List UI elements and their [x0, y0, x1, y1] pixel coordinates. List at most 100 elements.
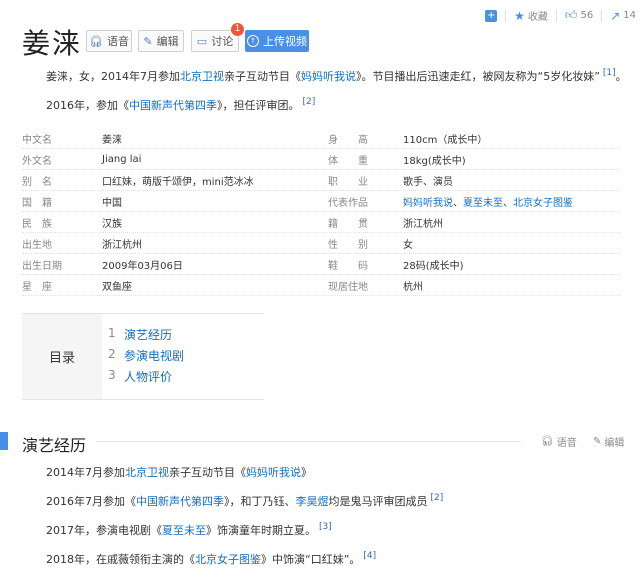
intro-paragraph-2: 2016年，参加《中国新声代第四季》，担任评审团。 [2]	[46, 97, 315, 113]
add-icon[interactable]: +	[485, 9, 498, 22]
star-icon: ★	[514, 8, 525, 23]
link-new-voice[interactable]: 中国新声代第四季	[129, 99, 217, 112]
info-row: 外文名 Jiang lai 体 重 18kg(成长中)	[22, 149, 620, 170]
text: 》，和丁乃钰、	[224, 495, 296, 508]
toc-item-number: 3	[108, 368, 116, 382]
career-line-3: 2017年，参演电视剧《夏至未至》饰演童年时期立夏。 [3]	[46, 522, 332, 538]
link-beijing-tv[interactable]: 北京卫视	[125, 466, 169, 479]
reference-4[interactable]: [4]	[363, 551, 376, 561]
link-drama[interactable]: 夏至未至	[162, 524, 206, 537]
voice-button[interactable]: 🎧︎ 语音	[86, 30, 132, 52]
share-button[interactable]: ↗ 14	[610, 9, 636, 23]
text: 2014年7月参加	[46, 466, 125, 479]
reference-2[interactable]: [2]	[431, 493, 444, 503]
discuss-label: 讨论	[211, 35, 234, 48]
toc-label: 目录	[22, 314, 102, 399]
page-title: 姜涞	[22, 27, 83, 60]
upload-video-button[interactable]: ↑ 上传视频	[245, 30, 309, 52]
info-value: 女	[403, 239, 413, 251]
link-new-voice[interactable]: 中国新声代第四季	[136, 495, 224, 508]
reference-3[interactable]: [3]	[319, 522, 332, 532]
link-show[interactable]: 妈妈听我说	[246, 466, 301, 479]
reference-2[interactable]: [2]	[303, 97, 316, 107]
section-divider	[96, 441, 521, 442]
section-voice-label: 语音	[556, 438, 577, 449]
career-line-2: 2016年7月参加《中国新声代第四季》，和丁乃钰、李昊煜均是鬼马评审团成员 [2]	[46, 493, 443, 509]
toc-item[interactable]: 1 演艺经历	[108, 326, 184, 347]
toc-item[interactable]: 3 人物评价	[108, 368, 184, 389]
favorite-label: 收藏	[527, 12, 548, 23]
link-show[interactable]: 妈妈听我说	[301, 70, 356, 83]
toc-item-number: 1	[108, 326, 116, 340]
info-value[interactable]: 妈妈听我说、夏至未至、北京女子图鉴	[403, 194, 603, 209]
section-marker	[0, 432, 8, 450]
upload-label: 上传视频	[263, 35, 307, 48]
toc-item-label[interactable]: 演艺经历	[124, 326, 172, 347]
headphones-icon: 🎧︎	[541, 436, 554, 447]
section-edit-label: 编辑	[604, 438, 625, 449]
divider	[505, 9, 507, 22]
text: 》。节目播出后迅速走红，被网友称为“5岁化妆妹”	[356, 70, 600, 83]
text: 均是鬼马评审团成员	[328, 495, 428, 508]
chat-icon: ▭	[196, 34, 208, 48]
text: 2018年，在戚薇领衔主演的《	[46, 553, 195, 566]
info-value: 汉族	[102, 218, 122, 230]
info-key: 民 族	[22, 218, 52, 230]
info-value[interactable]: 中国	[102, 194, 328, 209]
voice-label: 语音	[106, 35, 129, 48]
toc-item-number: 2	[108, 347, 116, 361]
pencil-icon: ✎	[143, 34, 153, 48]
info-key: 身 高	[328, 134, 368, 146]
text: 》，担任评审团。	[217, 99, 300, 112]
info-row: 国 籍中国 代表作品 妈妈听我说、夏至未至、北京女子图鉴	[22, 191, 620, 212]
text: 。	[615, 70, 627, 83]
top-actions: + ★ 收藏 👍︎ 56 ↗ 14	[485, 8, 636, 23]
like-count: 56	[580, 10, 594, 21]
info-value: 杭州	[403, 281, 423, 293]
info-key: 职 业	[328, 176, 368, 188]
career-line-4: 2018年，在戚薇领衔主演的《北京女子图鉴》中饰演“口红妹”。 [4]	[46, 551, 376, 567]
info-key: 星 座	[22, 281, 52, 293]
table-of-contents: 目录 1 演艺经历 2 参演电视剧 3 人物评价	[22, 313, 264, 400]
career-line-1: 2014年7月参加北京卫视亲子互动节目《妈妈听我说》	[46, 464, 312, 480]
representative-work-link[interactable]: 夏至未至	[463, 198, 503, 209]
info-value: 18kg(成长中)	[403, 155, 466, 167]
headphones-icon: 🎧︎	[89, 34, 103, 48]
info-value: 110cm（成长中）	[403, 134, 488, 146]
favorite-button[interactable]: ★ 收藏	[514, 8, 548, 24]
representative-work-link[interactable]: 妈妈听我说	[403, 198, 453, 209]
info-value: 口红妹，萌版千颂伊，mini范冰冰	[102, 176, 254, 188]
share-icon: ↗	[610, 8, 621, 23]
info-value: Jiang lai	[102, 153, 142, 165]
section-voice-button[interactable]: 🎧︎ 语音	[541, 434, 577, 449]
link-drama-2[interactable]: 北京女子图鉴	[195, 553, 261, 566]
toc-item[interactable]: 2 参演电视剧	[108, 347, 184, 368]
info-key: 籍 贯	[328, 218, 368, 230]
text: 2016年，参加《	[46, 99, 129, 112]
edit-label: 编辑	[156, 35, 179, 48]
notification-badge: 1	[231, 23, 244, 36]
info-value: 浙江杭州	[102, 239, 142, 251]
info-key: 现居住地	[328, 281, 368, 293]
toc-item-label[interactable]: 参演电视剧	[124, 347, 184, 368]
upload-icon: ↑	[247, 35, 259, 47]
section-title: 演艺经历	[22, 436, 87, 455]
toc-item-label[interactable]: 人物评价	[124, 368, 172, 389]
section-edit-button[interactable]: ✎ 编辑	[593, 434, 624, 449]
separator: 、	[503, 197, 513, 209]
representative-work-link[interactable]: 北京女子图鉴	[513, 198, 573, 209]
info-key: 出生地	[22, 239, 52, 251]
info-row: 别 名 口红妹，萌版千颂伊，mini范冰冰 职 业 歌手、演员	[22, 170, 620, 191]
link-person[interactable]: 李昊煜	[296, 495, 329, 508]
info-value: 歌手、演员	[403, 176, 453, 188]
text: 》	[301, 466, 312, 479]
info-key: 别 名	[22, 176, 52, 188]
info-value[interactable]: 双鱼座	[102, 278, 328, 293]
link-beijing-tv[interactable]: 北京卫视	[180, 70, 224, 83]
divider	[555, 9, 557, 22]
like-button[interactable]: 👍︎ 56	[565, 8, 593, 23]
info-value: 28码(成长中)	[403, 260, 464, 272]
reference-1[interactable]: [1]	[603, 68, 616, 78]
edit-button[interactable]: ✎ 编辑	[138, 30, 184, 52]
info-key: 国 籍	[22, 197, 52, 209]
